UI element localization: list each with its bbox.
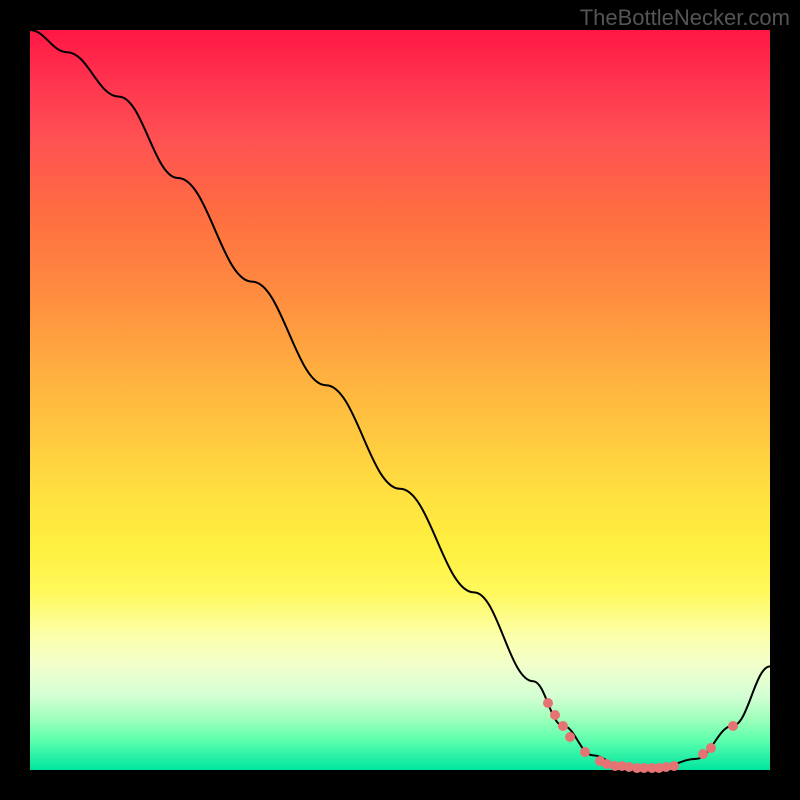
chart-container bbox=[30, 30, 770, 770]
watermark-text: TheBottleNecker.com bbox=[580, 5, 790, 31]
gradient-background bbox=[30, 30, 770, 770]
